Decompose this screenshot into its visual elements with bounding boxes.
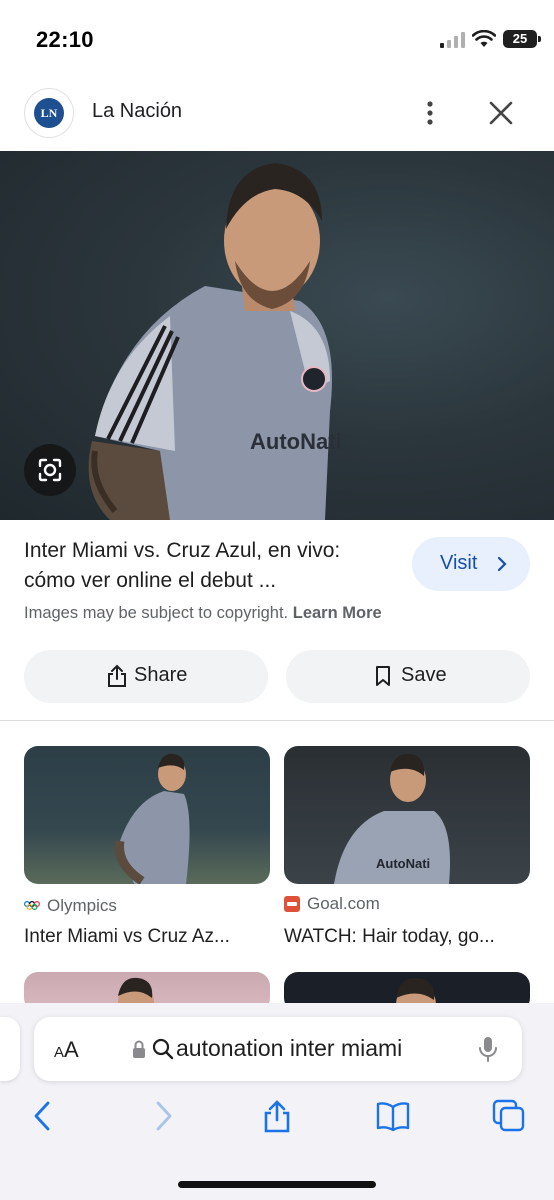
lens-search-button[interactable] bbox=[24, 444, 76, 496]
source-name: La Nación bbox=[92, 100, 183, 122]
aa-small: A bbox=[54, 1044, 65, 1061]
forward-icon[interactable] bbox=[146, 1099, 180, 1133]
player-photo: AutoNati bbox=[88, 163, 342, 520]
source-logo-text: LN bbox=[34, 98, 64, 128]
wifi-icon bbox=[472, 30, 496, 47]
goal-logo-icon bbox=[284, 896, 300, 912]
bookmark-icon bbox=[376, 666, 390, 686]
browser-toolbar: AA autonation inter miami bbox=[0, 1003, 554, 1200]
related-source-2: Goal.com bbox=[307, 894, 380, 913]
related-source-1: Olympics bbox=[47, 896, 117, 915]
battery-indicator: 25 bbox=[503, 30, 541, 48]
olympics-rings-icon bbox=[24, 900, 40, 911]
close-icon[interactable] bbox=[486, 98, 516, 128]
source-header: LN La Nación bbox=[0, 80, 554, 150]
status-time: 22:10 bbox=[36, 27, 94, 52]
save-button[interactable]: Save bbox=[286, 650, 530, 703]
text-size-button[interactable]: AA bbox=[54, 1037, 79, 1063]
svg-text:AutoNati: AutoNati bbox=[250, 429, 342, 454]
related-title-1[interactable]: Inter Miami vs Cruz Az... bbox=[24, 926, 264, 948]
back-icon[interactable] bbox=[26, 1099, 60, 1133]
visit-label: Visit bbox=[440, 552, 478, 574]
cellular-signal-icon bbox=[440, 32, 465, 48]
lens-icon bbox=[38, 458, 62, 482]
copyright-text: Images may be subject to copyright. bbox=[24, 604, 289, 622]
source-logo: LN bbox=[24, 88, 74, 138]
share-label: Share bbox=[134, 664, 188, 686]
share-icon bbox=[108, 664, 126, 687]
related-image-1[interactable] bbox=[24, 746, 270, 884]
copyright-notice: Images may be subject to copyright. Lear… bbox=[24, 604, 382, 623]
microphone-icon[interactable] bbox=[478, 1035, 498, 1063]
related-image-2[interactable]: AutoNati bbox=[284, 746, 530, 884]
learn-more-link[interactable]: Learn More bbox=[293, 604, 382, 622]
search-icon bbox=[152, 1038, 174, 1060]
chevron-right-icon bbox=[497, 556, 507, 572]
player-thumbnail: AutoNati bbox=[334, 753, 450, 884]
player-thumbnail bbox=[114, 753, 190, 884]
lock-icon bbox=[133, 1040, 145, 1058]
home-indicator bbox=[178, 1181, 376, 1188]
bookmarks-icon[interactable] bbox=[376, 1099, 410, 1133]
status-bar: 22:10 25 bbox=[0, 0, 554, 80]
previous-tab-edge[interactable] bbox=[0, 1017, 20, 1081]
related-title-2[interactable]: WATCH: Hair today, go... bbox=[284, 926, 524, 948]
address-bar[interactable]: AA autonation inter miami bbox=[34, 1017, 522, 1081]
result-title[interactable]: Inter Miami vs. Cruz Azul, en vivo: cómo… bbox=[24, 536, 384, 596]
share-sheet-icon[interactable] bbox=[260, 1099, 294, 1133]
save-label: Save bbox=[401, 664, 447, 686]
svg-text:AutoNati: AutoNati bbox=[376, 856, 430, 871]
visit-button[interactable]: Visit bbox=[412, 537, 530, 591]
share-button[interactable]: Share bbox=[24, 650, 268, 703]
search-query[interactable]: autonation inter miami bbox=[176, 1035, 402, 1062]
result-image[interactable]: AutoNati bbox=[0, 151, 554, 520]
divider bbox=[0, 720, 554, 721]
tabs-icon[interactable] bbox=[492, 1099, 526, 1133]
more-options-icon[interactable] bbox=[418, 98, 442, 128]
